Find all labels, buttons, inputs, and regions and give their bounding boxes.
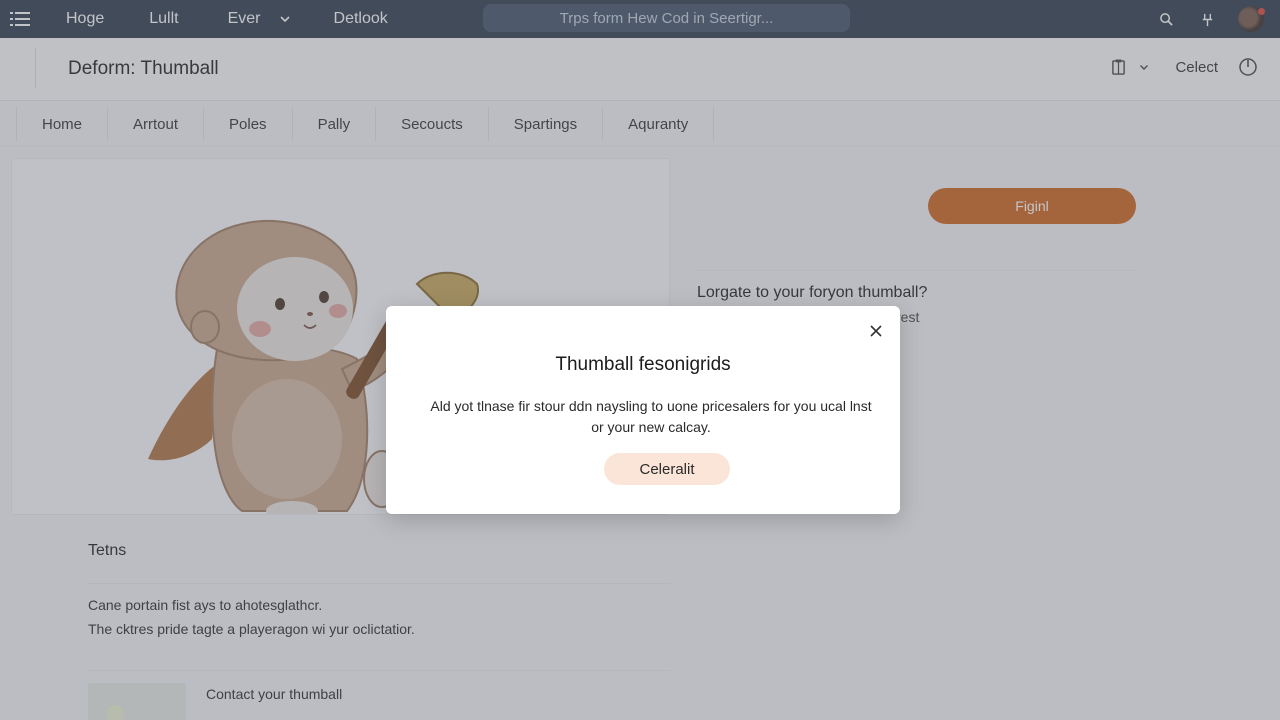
modal-confirm-button[interactable]: Celeralit	[604, 453, 730, 485]
modal-body: Ald yot tlnase fir stour ddn naysling to…	[430, 398, 872, 435]
modal-dialog: Thumball fesonigrids Ald yot tlnase fir …	[386, 306, 900, 514]
close-icon[interactable]	[868, 323, 884, 339]
modal-title: Thumball fesonigrids	[555, 354, 731, 375]
